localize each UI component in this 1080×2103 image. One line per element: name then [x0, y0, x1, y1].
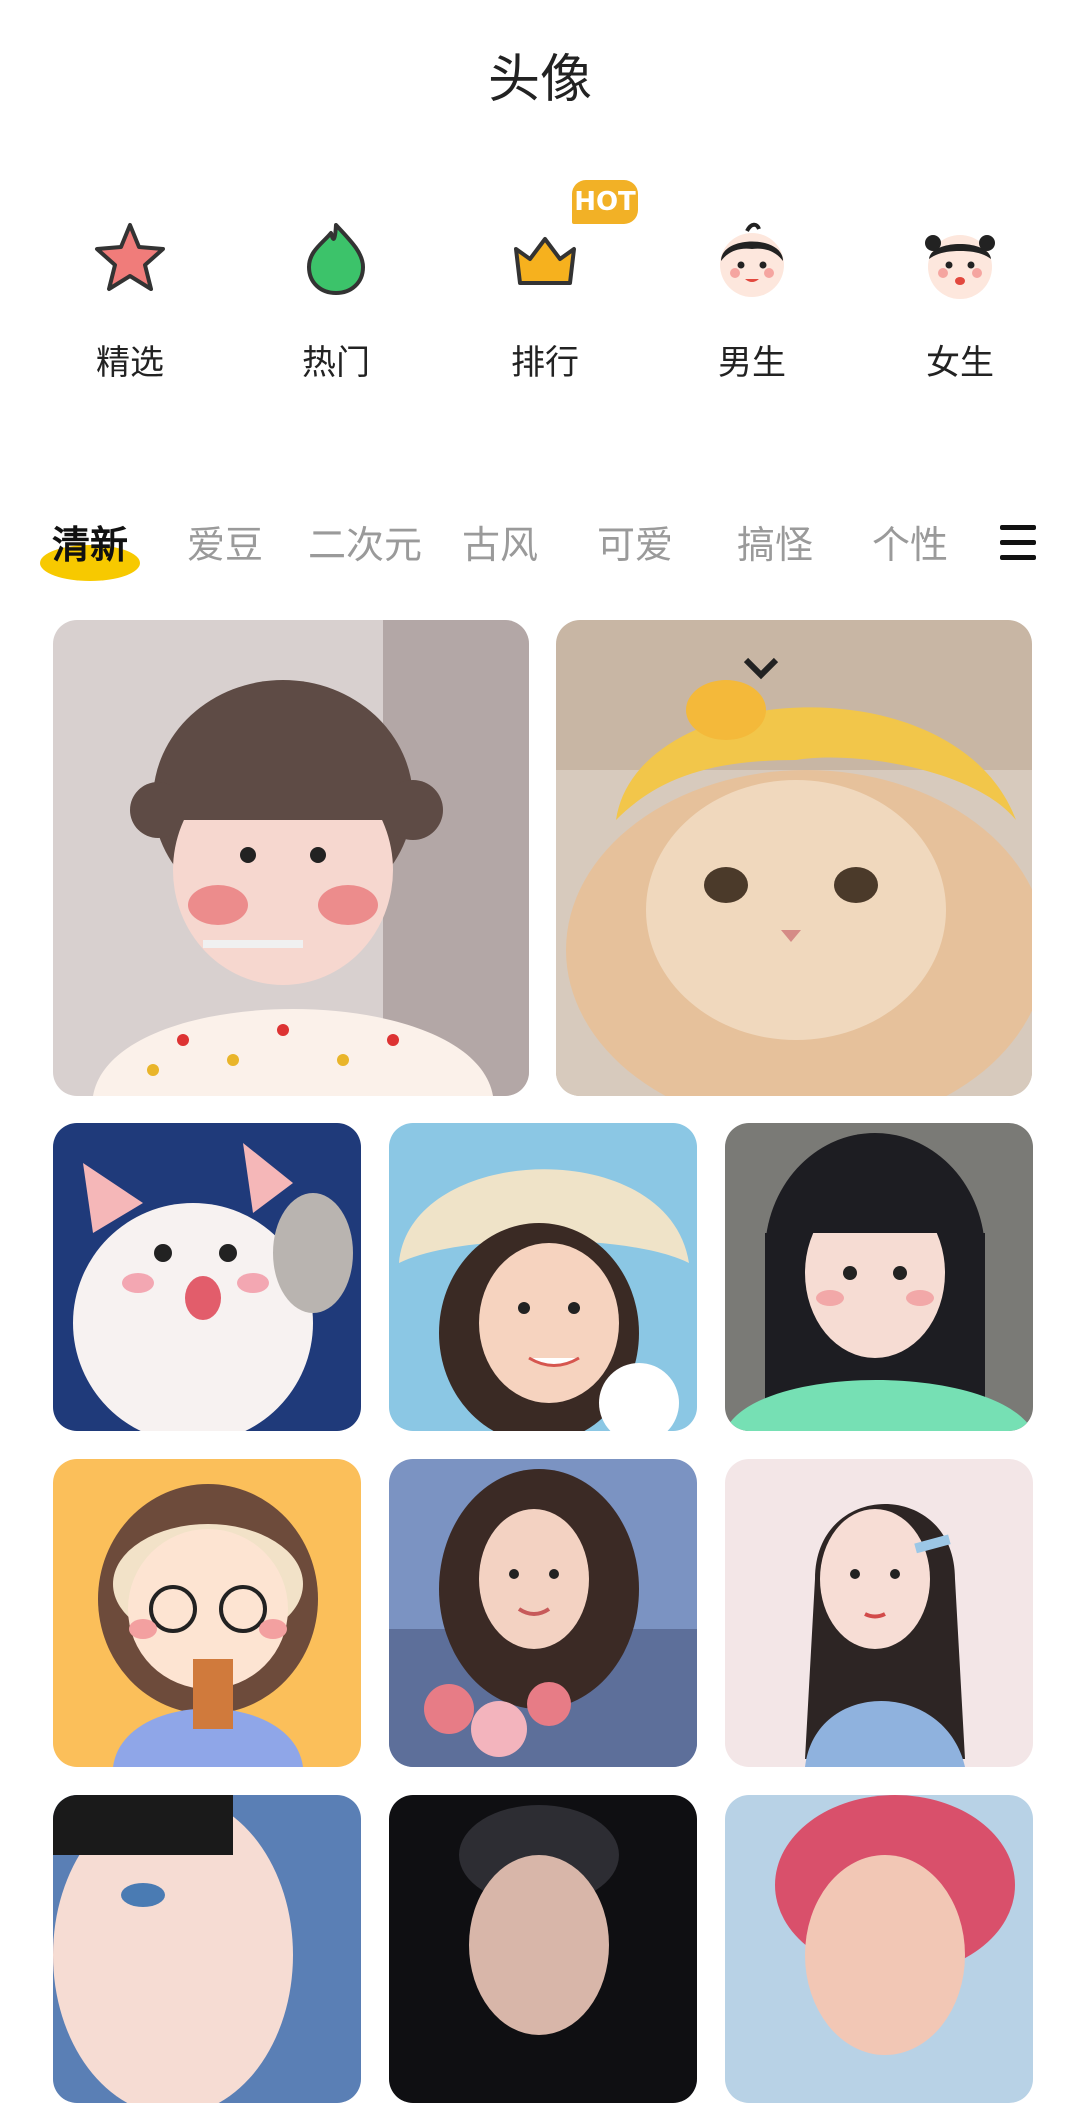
avatar-tile[interactable] [53, 1795, 361, 2103]
category-label: 男生 [718, 343, 786, 383]
page-title: 头像 [487, 50, 592, 110]
girl-face-icon [925, 235, 995, 299]
category-row: 精选 热门 排行 男生 女生 HOT [0, 175, 1080, 395]
category-boys[interactable]: 男生 [652, 175, 852, 395]
menu-icon[interactable] [1000, 525, 1036, 565]
avatar-tile[interactable] [53, 620, 529, 1096]
avatar-tile[interactable] [556, 620, 1032, 1096]
category-label: 精选 [96, 343, 164, 383]
hot-badge: HOT [572, 180, 638, 224]
avatar-tile[interactable] [389, 1459, 697, 1767]
boy-face-icon [720, 222, 784, 297]
category-hot[interactable]: 热门 [236, 175, 436, 395]
category-label: 女生 [926, 343, 994, 383]
avatar-tile[interactable] [389, 1795, 697, 2103]
category-girls[interactable]: 女生 [860, 175, 1060, 395]
category-label: 热门 [302, 343, 370, 383]
avatar-tile[interactable] [53, 1123, 361, 1431]
tab-ancient[interactable]: 古风 [455, 505, 545, 585]
tab-bar: 清新 爱豆 二次元 古风 可爱 搞怪 个性 [0, 505, 1080, 585]
tab-idol[interactable]: 爱豆 [180, 505, 270, 585]
category-label: 排行 [511, 343, 579, 383]
avatar-tile[interactable] [725, 1123, 1033, 1431]
category-featured[interactable]: 精选 [30, 175, 230, 395]
tab-personality[interactable]: 个性 [865, 505, 955, 585]
flame-icon [307, 223, 365, 295]
crown-icon [514, 237, 576, 285]
avatar-tile[interactable] [389, 1123, 697, 1431]
tab-funny[interactable]: 搞怪 [730, 505, 820, 585]
star-icon [95, 223, 165, 291]
tab-cute[interactable]: 可爱 [590, 505, 680, 585]
tab-anime[interactable]: 二次元 [300, 505, 430, 585]
avatar-tile[interactable] [725, 1459, 1033, 1767]
tab-fresh[interactable]: 清新 [45, 505, 135, 585]
avatar-tile[interactable] [725, 1795, 1033, 2103]
avatar-tile[interactable] [53, 1459, 361, 1767]
